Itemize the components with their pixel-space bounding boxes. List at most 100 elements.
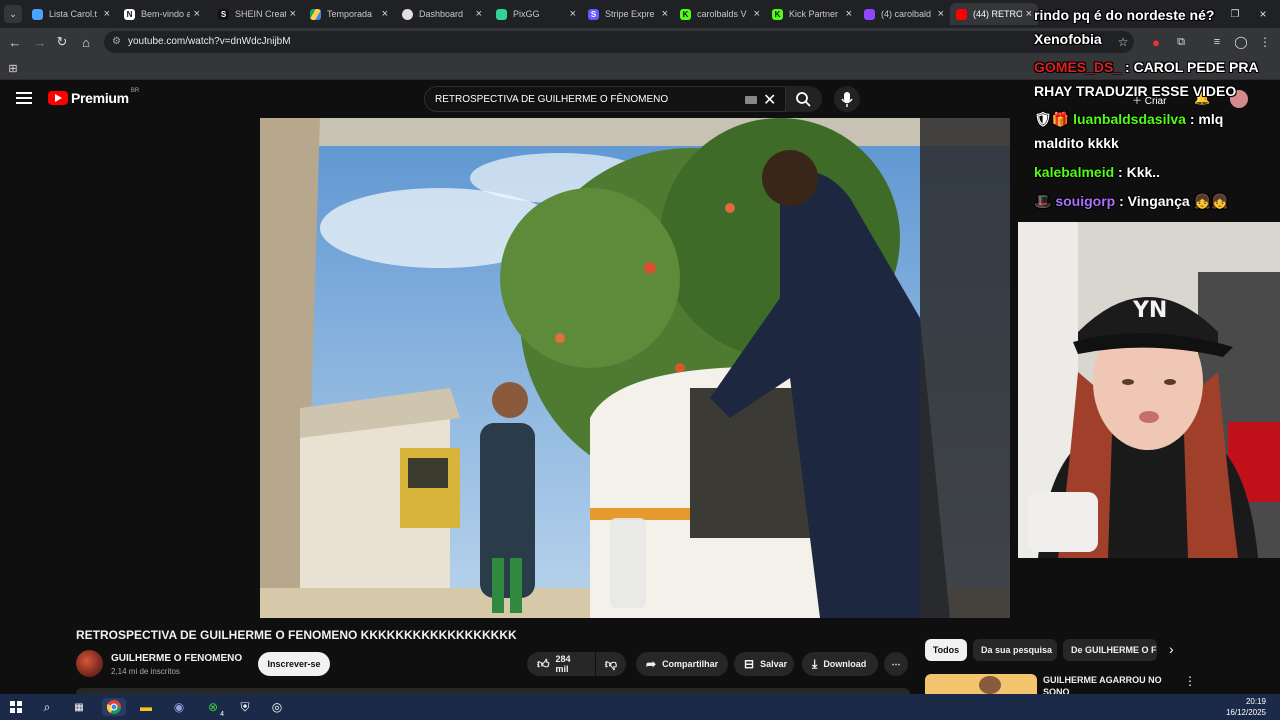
recommended-title[interactable]: GUILHERME AGARROU NO SONO KKKKKKKKKKKKKK… [1043, 674, 1181, 694]
chip-da-sua-pesquisa[interactable]: Da sua pesquisa [973, 639, 1057, 661]
close-tab-icon[interactable]: × [754, 8, 760, 20]
close-tab-icon[interactable]: × [938, 8, 944, 20]
close-tab-icon[interactable]: × [846, 8, 852, 20]
microphone-icon [841, 92, 853, 107]
emote-icon: 👧👧 [1193, 193, 1229, 209]
notion-icon: N [124, 8, 135, 20]
video-player[interactable] [260, 118, 1010, 618]
video-title: RETROSPECTIVA DE GUILHERME O FENOMENO KK… [76, 628, 517, 642]
channel-avatar[interactable] [76, 650, 103, 677]
pixgg-icon [496, 8, 507, 20]
like-button[interactable]: 👍︎ 284 mil [527, 652, 595, 676]
chat-message: 🎩 souigorp : Vingança 👧👧 [1034, 193, 1229, 209]
twitch-icon [864, 8, 875, 20]
chat-message: maldito kkkk [1034, 135, 1119, 151]
browser-tab[interactable]: K Kick Partner × [766, 3, 858, 25]
search-input[interactable]: RETROSPECTIVA DE GUILHERME O FÊNOMENO ✕ [424, 86, 786, 112]
address-field[interactable]: ⚙ youtube.com/watch?v=dnWdcJnijbM [104, 31, 1134, 53]
chat-message: 🛡🎁 luanbaldsdasilva : mlq [1034, 111, 1224, 127]
chat-message: rindo pq é do nordeste né? [1034, 7, 1215, 23]
chip-channel[interactable]: De GUILHERME O FE [1063, 639, 1157, 661]
shein-icon: S [218, 8, 229, 20]
close-tab-icon[interactable]: × [194, 8, 200, 20]
close-tab-icon[interactable]: × [476, 8, 482, 20]
save-button[interactable]: ⊟ Salvar [734, 652, 794, 676]
subscribe-button[interactable]: Inscrever-se [258, 652, 330, 676]
close-tab-icon[interactable]: × [570, 8, 576, 20]
reload-icon[interactable]: ↻ [53, 33, 71, 51]
browser-tab[interactable]: Kcarolbalds V × [674, 3, 766, 25]
search-icon [796, 92, 811, 107]
dislike-button[interactable]: 👎︎ [596, 652, 626, 676]
file-explorer-icon[interactable]: ▬ [137, 698, 155, 716]
drive-icon [310, 8, 321, 20]
youtube-logo[interactable]: Premium BR [48, 88, 139, 106]
windows-taskbar: ⌕ ▦ ▬ ◉ ⊗ 4 ⛨ ◎ 20:19 16/12/2025 [0, 694, 1280, 720]
browser-tab[interactable]: (4) carolbald × [858, 3, 950, 25]
site-info-icon[interactable]: ⚙ [112, 36, 121, 47]
voice-search-button[interactable] [834, 86, 860, 112]
xbox-icon[interactable]: ⊗ 4 [204, 698, 224, 718]
chip-todos[interactable]: Todos [925, 639, 967, 661]
browser-tab[interactable]: S Stripe Expre × [582, 3, 674, 25]
streamer-webcam: YN [1018, 222, 1280, 558]
tab-search-button[interactable]: ⌄ [4, 5, 22, 23]
video-frame [260, 118, 1010, 618]
close-tab-icon[interactable]: × [290, 8, 296, 20]
browser-tab[interactable]: N Bem-vindo a × [118, 3, 206, 25]
youtube-play-icon [48, 91, 68, 105]
clear-search-icon[interactable]: ✕ [763, 90, 776, 110]
dashboard-icon [402, 8, 413, 20]
browser-tab-active[interactable]: (44) RETROS× [950, 3, 1038, 25]
svg-text:YN: YN [1132, 298, 1167, 323]
chevron-right-icon[interactable]: › [1169, 641, 1174, 657]
more-actions-button[interactable]: ⋯ [884, 652, 908, 676]
browser-tab[interactable]: S SHEIN Creat × [212, 3, 302, 25]
subscriber-count: 2,14 mi de inscritos [111, 667, 180, 676]
home-icon[interactable]: ⌂ [77, 33, 95, 51]
more-horizontal-icon: ⋯ [891, 658, 901, 669]
search-button[interactable] [786, 86, 822, 112]
download-icon: ⤓ [812, 656, 818, 671]
recommended-thumbnail[interactable] [925, 674, 1037, 694]
system-clock[interactable]: 20:19 16/12/2025 [1226, 696, 1266, 718]
share-icon: ➦ [646, 657, 657, 671]
stream-chat-overlay: rindo pq é do nordeste né? Xenofobia GOM… [1030, 0, 1280, 222]
download-button[interactable]: ⤓ Download [802, 652, 878, 676]
browser-tab[interactable]: Lista Carol.t × [26, 3, 116, 25]
bookmark-icon: ⊟ [744, 657, 755, 671]
task-view-icon[interactable]: ▦ [70, 698, 88, 716]
obs-icon[interactable]: ◎ [268, 698, 286, 716]
browser-tab[interactable]: PixGG × [490, 3, 582, 25]
keyboard-icon[interactable] [745, 96, 757, 104]
chat-message: RHAY TRADUZIR ESSE VIDEO [1034, 83, 1237, 99]
close-tab-icon[interactable]: × [382, 8, 388, 20]
apps-grid-icon[interactable]: ⊞ [4, 59, 22, 77]
chat-message: Xenofobia [1034, 31, 1102, 47]
browser-tab[interactable]: Dashboard × [396, 3, 488, 25]
forward-icon[interactable]: → [31, 33, 49, 51]
webcam-frame: YN [1018, 222, 1280, 558]
youtube-icon [956, 8, 967, 20]
discord-icon[interactable]: ◉ [170, 698, 188, 716]
badge-icon: 🛡🎁 [1034, 111, 1070, 127]
thumbs-down-icon: 👎︎ [604, 656, 618, 671]
close-tab-icon[interactable]: × [104, 8, 110, 20]
kick-icon: K [772, 8, 783, 20]
back-icon[interactable]: ← [6, 33, 24, 51]
chat-message: kalebalmeid : Kkk.. [1034, 164, 1161, 180]
vpn-shield-icon[interactable]: ⛨ [236, 698, 254, 716]
search-icon[interactable]: ⌕ [38, 698, 56, 716]
stripe-icon: S [588, 8, 599, 20]
hamburger-menu-icon[interactable] [16, 92, 32, 104]
browser-tab[interactable]: Temporada × [304, 3, 394, 25]
share-button[interactable]: ➦ Compartilhar [636, 652, 728, 676]
badge-icon: 🎩 [1034, 193, 1052, 209]
chrome-icon[interactable] [102, 698, 126, 716]
thumbs-up-icon: 👍︎ [537, 656, 550, 671]
channel-name[interactable]: GUILHERME O FENOMENO [111, 653, 242, 664]
windows-start-icon[interactable] [7, 698, 25, 716]
cloud-icon [32, 8, 43, 20]
more-vertical-icon[interactable]: ⋮ [1184, 674, 1196, 688]
close-tab-icon[interactable]: × [662, 8, 668, 20]
